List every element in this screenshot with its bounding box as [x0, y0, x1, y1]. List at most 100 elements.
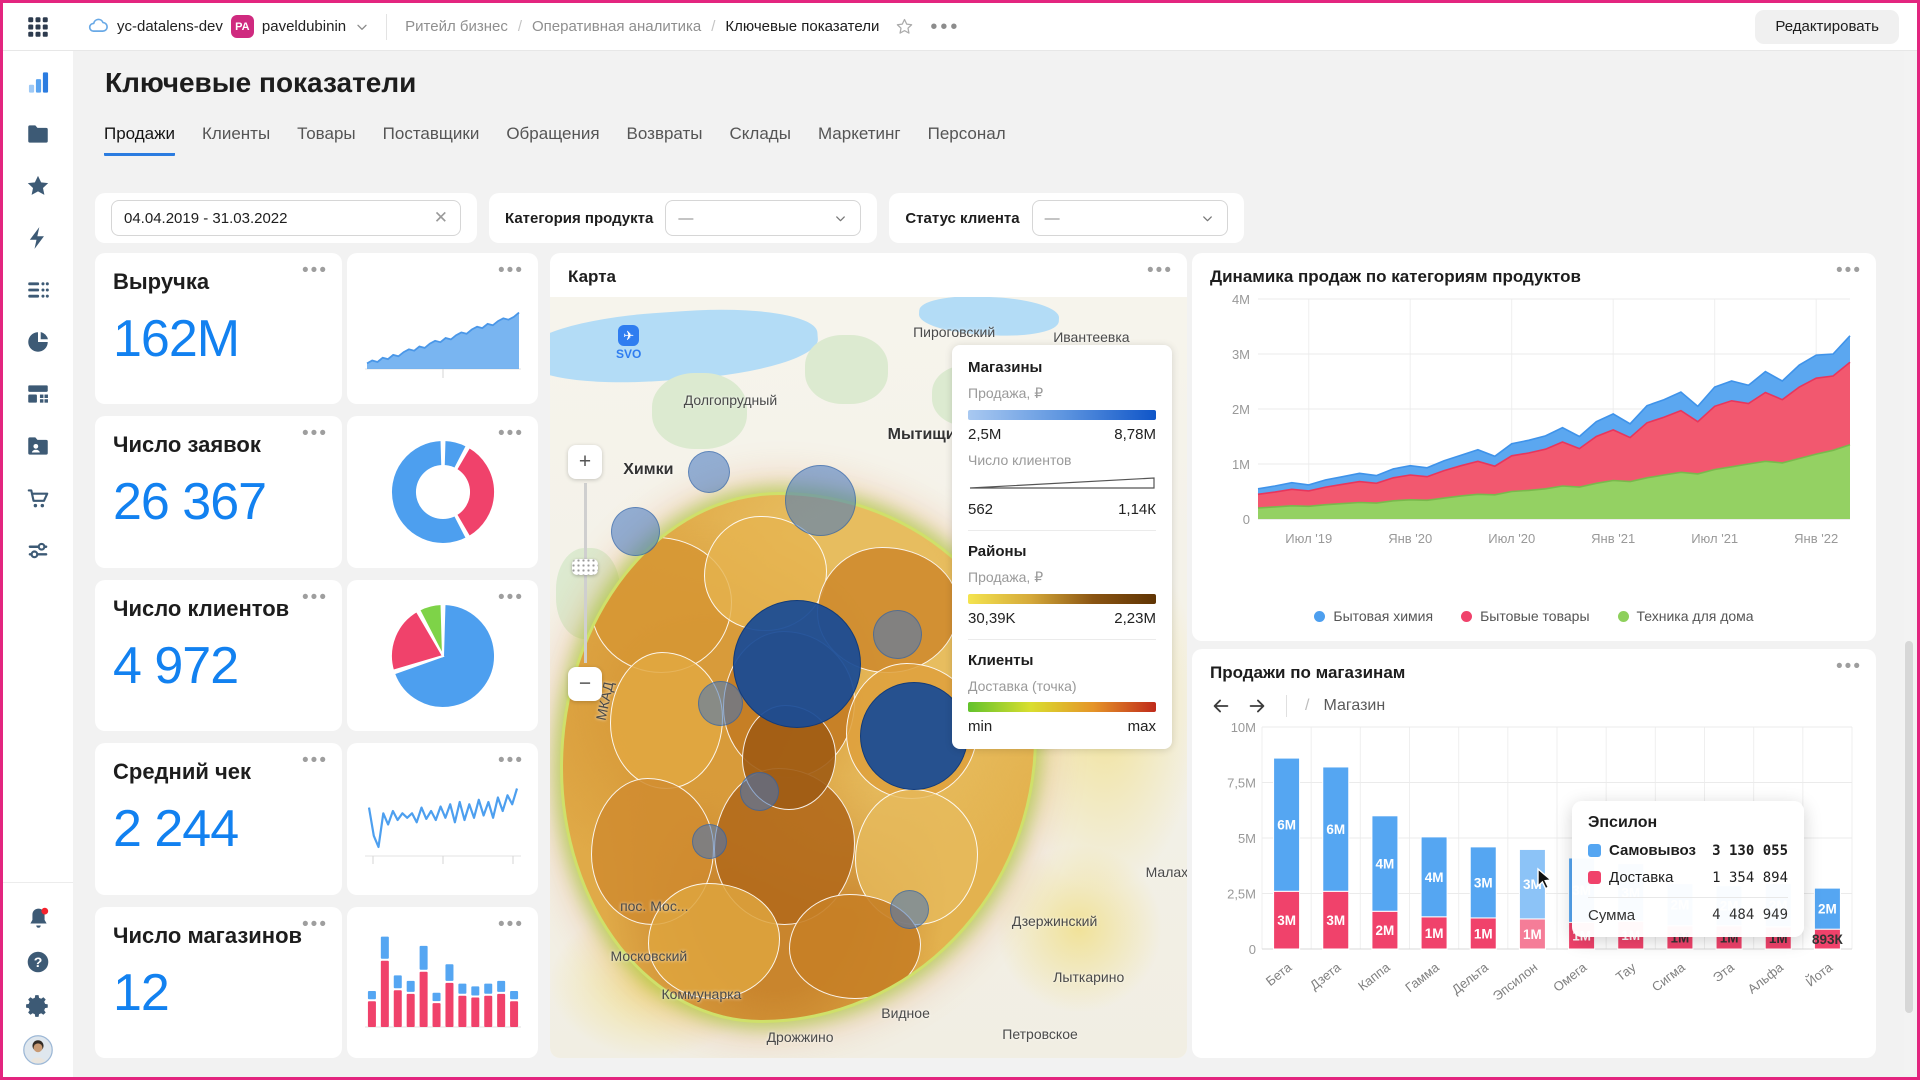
store-bubble[interactable] — [698, 681, 743, 726]
mini-chart-menu-button[interactable]: ••• — [498, 265, 524, 277]
sidebar-help-button[interactable]: ? — [23, 947, 53, 977]
legend-max-value: max — [1128, 718, 1156, 735]
tab-sales[interactable]: Продажи — [104, 124, 175, 156]
kpi-label-avg-check: Средний чек — [113, 759, 324, 785]
mini-chart-menu-button[interactable]: ••• — [498, 755, 524, 767]
svg-text:6М: 6М — [1277, 818, 1296, 833]
svg-text:1М: 1М — [1232, 457, 1250, 472]
sidebar-item-rows[interactable] — [23, 275, 53, 305]
apps-grid-button[interactable] — [3, 14, 73, 40]
store-bubble-large[interactable] — [733, 600, 861, 728]
bar-Дельта[interactable]: 1М3М — [1470, 847, 1496, 949]
breadcrumb-item-1[interactable]: Оперативная аналитика — [532, 18, 701, 35]
store-bubble[interactable] — [740, 772, 779, 811]
sidebar-item-shared-folder[interactable] — [23, 431, 53, 461]
tab-goods[interactable]: Товары — [297, 124, 355, 156]
tab-clients[interactable]: Клиенты — [202, 124, 270, 156]
date-range-input[interactable]: 04.04.2019 - 31.03.2022 ✕ — [111, 200, 461, 236]
store-sales-menu-button[interactable]: ••• — [1836, 661, 1862, 673]
kpi-menu-button[interactable]: ••• — [302, 755, 328, 767]
mini-chart-menu-button[interactable]: ••• — [498, 919, 524, 931]
svg-text:Июл '19: Июл '19 — [1285, 531, 1332, 546]
sidebar-item-bar-chart[interactable] — [23, 67, 53, 97]
legend-item-label: Бытовая химия — [1333, 608, 1433, 624]
sidebar-gear-button[interactable] — [23, 991, 53, 1021]
clear-date-icon[interactable]: ✕ — [434, 208, 448, 228]
map-canvas[interactable]: ПироговскийИвантеевкаДолгопрудныйМытищиХ… — [550, 297, 1187, 1058]
kpi-card-revenue: Выручка•••162М — [95, 253, 342, 404]
mini-chart-card-clients: ••• — [347, 580, 538, 731]
store-bubble[interactable] — [692, 824, 727, 859]
svg-text:Янв '20: Янв '20 — [1388, 531, 1432, 546]
sidebar-avatar-button[interactable] — [23, 1035, 53, 1065]
map-menu-button[interactable]: ••• — [1147, 265, 1173, 277]
plane-icon: ✈ — [618, 325, 639, 346]
category-dynamics-legend: Бытовая химия Бытовые товары Техника для д… — [1210, 608, 1858, 624]
airport-code: SVO — [616, 347, 641, 361]
legend-item[interactable]: Техника для дома — [1618, 608, 1754, 624]
dashboard-grid: Выручка•••162МЧисло заявок•••26 367Число… — [95, 253, 1917, 1058]
edit-button[interactable]: Редактировать — [1755, 10, 1899, 44]
store-bubble[interactable] — [611, 507, 660, 556]
kpi-menu-button[interactable]: ••• — [302, 265, 328, 277]
sidebar-item-dashboard[interactable] — [23, 379, 53, 409]
sidebar-item-star[interactable] — [23, 171, 53, 201]
scrollbar-thumb[interactable] — [1905, 641, 1913, 1013]
tooltip-series-row: Доставка1 354 894 — [1588, 869, 1788, 886]
bar-Йота[interactable]: 893К2М — [1812, 888, 1844, 949]
kpi-menu-button[interactable]: ••• — [302, 592, 328, 604]
map-label-14: Малахо — [1146, 864, 1187, 880]
map-zoom-handle[interactable] — [572, 559, 598, 575]
bar-Каппа[interactable]: 2М4М — [1372, 816, 1398, 949]
category-dynamics-menu-button[interactable]: ••• — [1836, 265, 1862, 277]
category-select[interactable]: — — [665, 200, 861, 236]
breadcrumb-more-button[interactable]: ••• — [930, 22, 960, 32]
map-zoom-out-button[interactable]: − — [568, 667, 602, 701]
sidebar-bell-button[interactable] — [23, 903, 53, 933]
tab-suppliers[interactable]: Поставщики — [383, 124, 480, 156]
breadcrumb-item-2[interactable]: Ключевые показатели — [725, 18, 879, 35]
tab-warehouses[interactable]: Склады — [730, 124, 791, 156]
svg-text:Эта: Эта — [1710, 959, 1737, 985]
legend-max-value: 1,14К — [1118, 501, 1156, 518]
svg-text:4М: 4М — [1376, 857, 1395, 872]
bar-Дзета[interactable]: 3М6М — [1323, 767, 1349, 949]
legend-minmax-row: minmax — [968, 718, 1156, 735]
tab-marketing[interactable]: Маркетинг — [818, 124, 901, 156]
sidebar-item-bolt[interactable] — [23, 223, 53, 253]
status-select[interactable]: — — [1032, 200, 1228, 236]
legend-max-value: 8,78М — [1114, 426, 1156, 443]
store-bubble[interactable] — [688, 451, 730, 493]
tenant-switcher[interactable]: yc-datalens-dev PA paveldubinin — [87, 15, 370, 38]
bar-chart-icon — [25, 69, 52, 96]
legend-divider — [968, 530, 1156, 531]
favorite-star-icon[interactable] — [895, 17, 914, 36]
bar-Бета[interactable]: 3М6М — [1274, 758, 1300, 949]
legend-item[interactable]: Бытовые товары — [1461, 608, 1589, 624]
mini-chart-menu-button[interactable]: ••• — [498, 428, 524, 440]
tab-requests[interactable]: Обращения — [506, 124, 599, 156]
bar-Гамма[interactable]: 1М4М — [1421, 837, 1447, 949]
sidebar-item-sliders[interactable] — [23, 535, 53, 565]
sidebar-item-cart[interactable] — [23, 483, 53, 513]
tab-staff[interactable]: Персонал — [928, 124, 1006, 156]
drill-forward-button[interactable] — [1246, 695, 1268, 717]
svg-text:3М: 3М — [1474, 875, 1493, 890]
drill-nav: / Магазин — [1210, 695, 1858, 717]
kpi-card-stores: Число магазинов•••12 — [95, 907, 342, 1058]
kpi-menu-button[interactable]: ••• — [302, 919, 328, 931]
avatar-icon — [23, 1031, 53, 1069]
kpi-menu-button[interactable]: ••• — [302, 428, 328, 440]
tab-returns[interactable]: Возвраты — [627, 124, 703, 156]
svg-text:2М: 2М — [1232, 402, 1250, 417]
legend-item[interactable]: Бытовая химия — [1314, 608, 1433, 624]
mini-chart-menu-button[interactable]: ••• — [498, 592, 524, 604]
sidebar-item-pie[interactable] — [23, 327, 53, 357]
category-select-value: — — [678, 210, 693, 227]
bar-Эпсилон[interactable]: 1М3М — [1519, 849, 1545, 949]
breadcrumb-item-0[interactable]: Ритейл бизнес — [405, 18, 508, 35]
svg-text:0: 0 — [1249, 942, 1256, 957]
sidebar-item-folder[interactable] — [23, 119, 53, 149]
drill-back-button[interactable] — [1210, 695, 1232, 717]
map-zoom-in-button[interactable]: + — [568, 445, 602, 479]
